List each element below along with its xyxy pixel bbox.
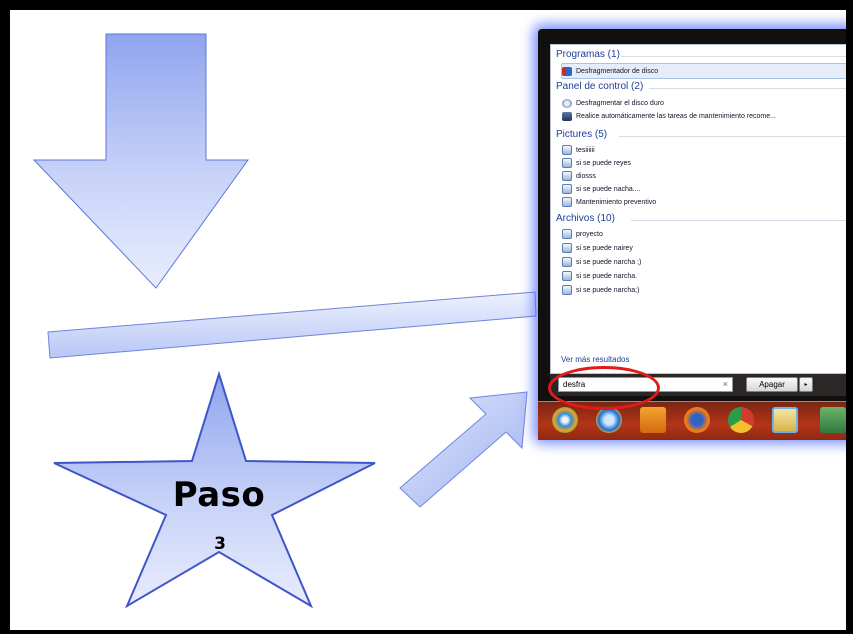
media-player-icon[interactable] [640, 407, 666, 433]
internet-explorer-icon[interactable] [596, 407, 622, 433]
see-more-results-link[interactable]: Ver más resultados [561, 355, 629, 364]
result-picture[interactable]: Mantenimiento preventivo [562, 195, 656, 209]
result-picture[interactable]: si se puede nacha.... [562, 182, 641, 196]
down-arrow-shape [32, 33, 249, 289]
result-maintenance-tasks[interactable]: Realice automáticamente las tareas de ma… [562, 109, 776, 123]
result-picture[interactable]: tesiiiiii [562, 143, 595, 157]
word-doc-icon [562, 257, 572, 267]
start-menu-results: Programas (1) Desfragmentador de disco P… [550, 44, 846, 374]
word-doc-icon [562, 145, 572, 155]
chrome-icon[interactable] [728, 407, 754, 433]
star-title: Paso [172, 475, 266, 515]
shutdown-options-arrow-icon[interactable]: ▸ [799, 377, 813, 392]
result-file[interactable]: si se puede nairey [562, 241, 633, 255]
search-highlight-circle [548, 366, 660, 410]
word-doc-icon [562, 243, 572, 253]
diagonal-arrow-shape [399, 391, 528, 508]
word-doc-icon [562, 271, 572, 281]
result-file[interactable]: si se puede narcha. [562, 269, 637, 283]
section-header-control-panel: Panel de control (2) [556, 81, 644, 92]
section-header-pictures: Pictures (5) [556, 129, 608, 140]
app-icon[interactable] [820, 407, 846, 433]
firefox-icon[interactable] [684, 407, 710, 433]
start-orb-icon[interactable] [552, 407, 578, 433]
section-header-files: Archivos (10) [556, 213, 615, 224]
word-doc-icon [562, 184, 572, 194]
maintenance-icon [562, 111, 572, 121]
word-doc-icon [562, 158, 572, 168]
folder-icon[interactable] [772, 407, 798, 433]
section-header-programs: Programas (1) [556, 49, 620, 60]
word-doc-icon [562, 197, 572, 207]
word-doc-icon [562, 171, 572, 181]
defrag-icon [562, 66, 572, 76]
step-number: 3 [214, 534, 226, 554]
control-panel-icon [562, 98, 572, 108]
result-defrag-disk[interactable]: Desfragmentar el disco duro [562, 96, 664, 110]
divider-bar-shape [47, 291, 537, 359]
result-picture[interactable]: si se puede reyes [562, 156, 631, 170]
result-defrag-program[interactable]: Desfragmentador de disco [561, 63, 846, 79]
shutdown-button[interactable]: Apagar [746, 377, 798, 392]
result-picture[interactable]: diosss [562, 169, 596, 183]
word-doc-icon [562, 229, 572, 239]
result-file[interactable]: proyecto [562, 227, 603, 241]
word-doc-icon [562, 285, 572, 295]
slide: Paso 3 Programas (1) Desfragmentador de … [10, 10, 846, 630]
result-file[interactable]: si se puede narcha ;) [562, 255, 641, 269]
clear-search-icon[interactable]: × [723, 378, 728, 391]
result-file[interactable]: si se puede narcha;) [562, 283, 639, 297]
